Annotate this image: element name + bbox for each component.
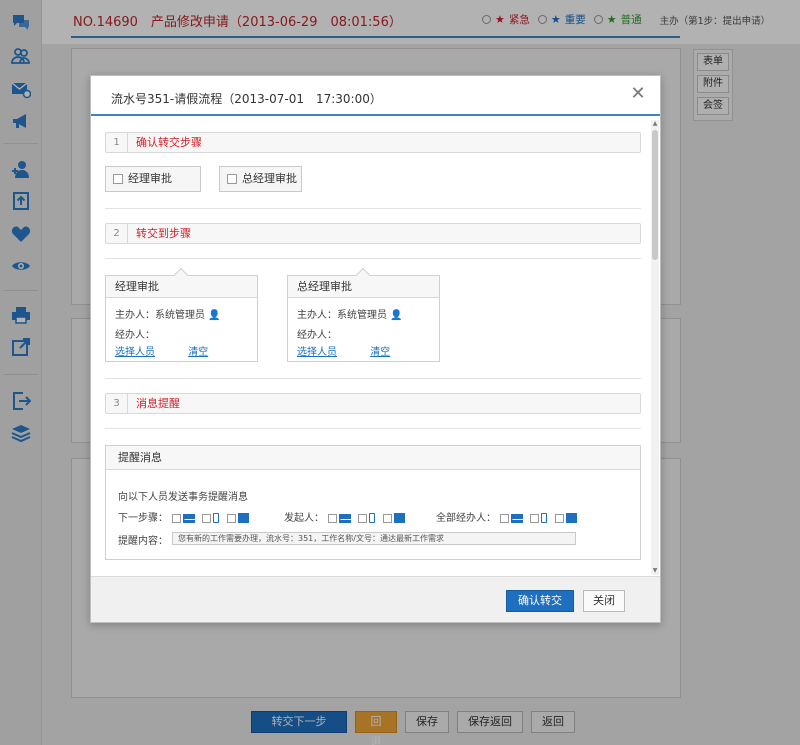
scroll-thumb[interactable] — [652, 130, 658, 260]
scroll-down-icon[interactable]: ▼ — [651, 567, 659, 575]
select-people-link[interactable]: 选择人员 — [115, 347, 155, 358]
close-icon[interactable]: ✕ — [630, 85, 646, 103]
card-title: 总经理审批 — [288, 276, 439, 298]
host-label: 主办人： — [297, 310, 337, 321]
host-value: 系统管理员 — [337, 310, 387, 321]
step-option-general-manager[interactable]: 总经理审批 — [219, 166, 302, 192]
mail-icon — [183, 513, 196, 523]
section-title: 消息提醒 — [136, 397, 180, 410]
section-confirm-steps: 1 确认转交步骤 — [105, 132, 641, 153]
section-divider — [105, 258, 641, 259]
all-handlers-label: 全部经办人： — [436, 513, 496, 524]
handlers-label: 经办人： — [297, 330, 337, 341]
card-links: 选择人员 清空 — [297, 343, 390, 358]
section-transfer-to: 2 转交到步骤 — [105, 223, 641, 244]
reminder-box: 提醒消息 向以下人员发送事务提醒消息 下一步骤： 发起人： 全部经办人： 提醒内… — [105, 445, 641, 560]
clear-link[interactable]: 清空 — [188, 347, 208, 358]
close-button[interactable]: 关闭 — [583, 590, 625, 612]
user-icon: 👤 — [208, 310, 221, 321]
card-title: 经理审批 — [106, 276, 257, 298]
step-option-label: 经理审批 — [128, 172, 172, 185]
section-number: 3 — [106, 394, 128, 413]
host-row: 主办人：系统管理员 👤 — [297, 306, 403, 321]
host-value: 系统管理员 — [155, 310, 205, 321]
dialog-scrollbar[interactable]: ▲ ▼ — [651, 120, 659, 575]
phone-icon — [369, 513, 376, 523]
section-divider — [105, 208, 641, 209]
phone-icon — [541, 513, 548, 523]
clear-link[interactable]: 清空 — [370, 347, 390, 358]
dialog-header: 流水号351-请假流程（2013-07-01 17:30:00） ✕ — [91, 76, 660, 116]
checkbox[interactable] — [202, 513, 212, 523]
reminder-box-title: 提醒消息 — [106, 446, 640, 470]
host-row: 主办人：系统管理员 👤 — [115, 306, 221, 321]
transfer-dialog: 流水号351-请假流程（2013-07-01 17:30:00） ✕ 1 确认转… — [90, 75, 661, 623]
user-icon: 👤 — [390, 310, 403, 321]
checkbox[interactable] — [500, 513, 510, 523]
dialog-title: 流水号351-请假流程（2013-07-01 17:30:00） — [111, 92, 382, 106]
section-number: 1 — [106, 133, 128, 152]
checkbox[interactable] — [226, 513, 236, 523]
section-divider — [105, 428, 641, 429]
checkbox[interactable] — [554, 513, 564, 523]
select-people-link[interactable]: 选择人员 — [297, 347, 337, 358]
checkbox[interactable] — [227, 174, 237, 184]
reminder-next-step-row: 下一步骤： — [118, 509, 252, 524]
section-title: 转交到步骤 — [136, 227, 191, 240]
confirm-transfer-button[interactable]: 确认转交 — [506, 590, 574, 612]
dialog-body: 1 确认转交步骤 经理审批 总经理审批 2 转交到步骤 经理审批 主办人：系统管… — [91, 118, 660, 576]
initiator-label: 发起人： — [284, 513, 324, 524]
dialog-footer: 确认转交 关闭 — [91, 576, 660, 622]
section-title: 确认转交步骤 — [136, 136, 202, 149]
scroll-up-icon[interactable]: ▲ — [651, 120, 659, 128]
contact-card-icon — [393, 513, 405, 523]
card-links: 选择人员 清空 — [115, 343, 208, 358]
content-label: 提醒内容： — [118, 536, 168, 547]
checkbox[interactable] — [382, 513, 392, 523]
checkbox[interactable] — [328, 513, 338, 523]
mail-icon — [339, 513, 352, 523]
checkbox[interactable] — [113, 174, 123, 184]
checkbox[interactable] — [530, 513, 540, 523]
step-option-label: 总经理审批 — [242, 172, 297, 185]
section-divider — [105, 378, 641, 379]
checkbox[interactable] — [172, 513, 182, 523]
reminder-content-input[interactable]: 您有新的工作需要办理，流水号：351，工作名称/文号：通达最新工作需求 — [172, 532, 576, 545]
step-card-manager: 经理审批 主办人：系统管理员 👤 经办人： 选择人员 清空 — [105, 267, 258, 362]
contact-card-icon — [565, 513, 577, 523]
reminder-all-handlers-row: 全部经办人： — [436, 509, 580, 524]
reminder-initiator-row: 发起人： — [284, 509, 408, 524]
reminder-intro: 向以下人员发送事务提醒消息 — [118, 492, 248, 503]
next-step-label: 下一步骤： — [118, 513, 168, 524]
step-card-general-manager: 总经理审批 主办人：系统管理员 👤 经办人： 选择人员 清空 — [287, 267, 440, 362]
handlers-label: 经办人： — [115, 330, 155, 341]
mail-icon — [511, 513, 524, 523]
phone-icon — [213, 513, 220, 523]
checkbox[interactable] — [358, 513, 368, 523]
step-option-manager[interactable]: 经理审批 — [105, 166, 201, 192]
section-number: 2 — [106, 224, 128, 243]
contact-card-icon — [237, 513, 249, 523]
section-reminder: 3 消息提醒 — [105, 393, 641, 414]
host-label: 主办人： — [115, 310, 155, 321]
